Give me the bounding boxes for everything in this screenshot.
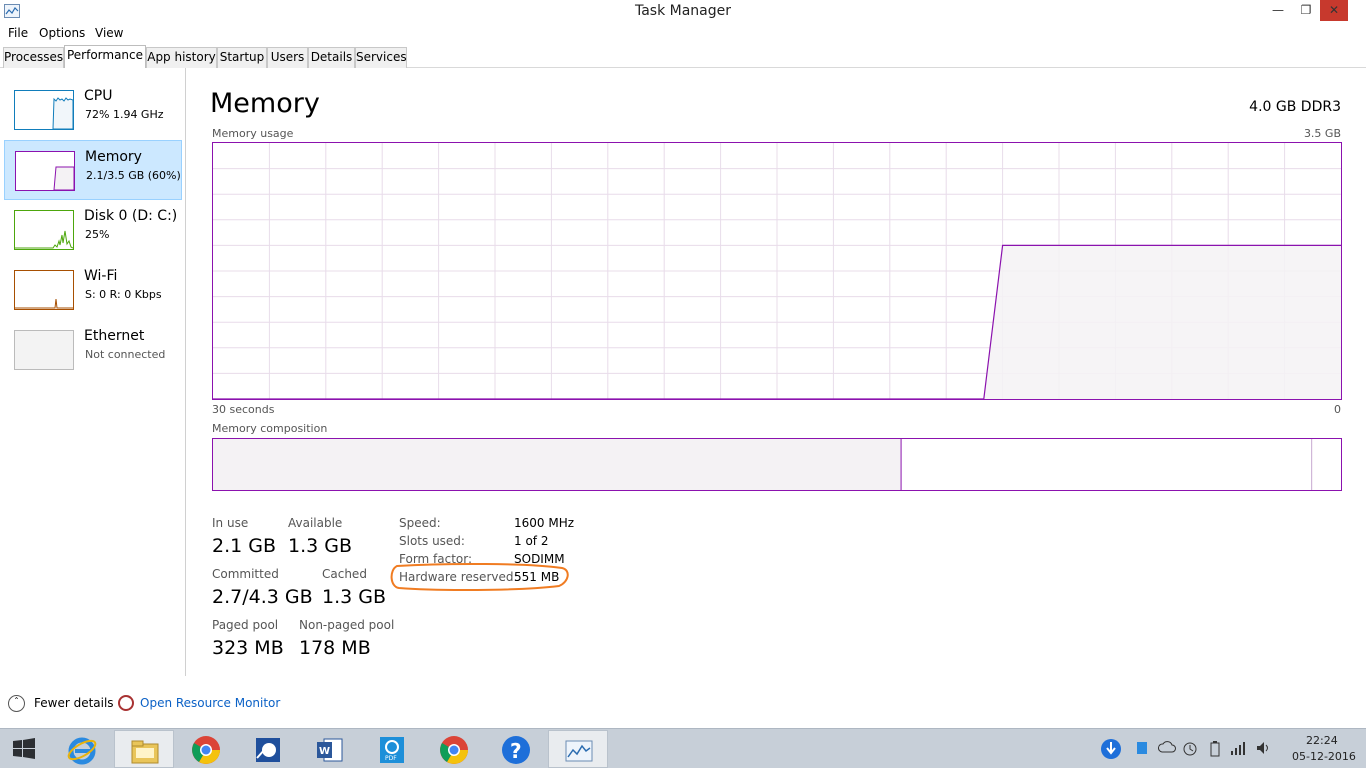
ethernet-thumbnail <box>14 330 74 370</box>
paged-pool-label: Paged pool <box>212 618 279 632</box>
resource-cpu[interactable]: CPU 72% 1.94 GHz <box>4 80 182 140</box>
slots-used-label: Slots used: <box>399 534 465 548</box>
resource-name: Disk 0 (D: C:) <box>84 208 178 224</box>
resource-list: CPU 72% 1.94 GHz Memory 2.1/3.5 GB (60%)… <box>0 68 186 676</box>
fewer-details-link[interactable]: Fewer details <box>34 696 114 710</box>
memory-usage-chart <box>213 143 1341 400</box>
resource-name: Memory <box>85 149 142 165</box>
wifi-thumbnail <box>14 270 74 310</box>
resource-detail: 25% <box>85 228 110 241</box>
available-value: 1.3 GB <box>288 535 353 557</box>
composition-in-use-segment <box>213 439 902 490</box>
minimize-button[interactable]: — <box>1264 0 1292 21</box>
tab-processes[interactable]: Processes <box>3 47 64 68</box>
graph-time-left: 30 seconds <box>212 403 275 416</box>
resource-detail: S: 0 R: 0 Kbps <box>85 288 162 301</box>
cpu-thumbnail <box>14 90 74 130</box>
window-title: Task Manager <box>634 3 732 19</box>
resource-disk[interactable]: Disk 0 (D: C:) 25% <box>4 200 182 260</box>
open-resource-monitor-link[interactable]: Open Resource Monitor <box>140 696 280 710</box>
memory-composition-label: Memory composition <box>212 422 328 435</box>
graph-time-right: 0 <box>1334 403 1341 416</box>
app-icon[interactable] <box>238 730 298 768</box>
in-use-value: 2.1 GB <box>212 535 277 557</box>
tab-strip: Processes Performance App history Startu… <box>0 45 1366 68</box>
disk-thumbnail <box>14 210 74 250</box>
title-bar: Task Manager — ❐ ✕ <box>0 0 1366 24</box>
menu-file[interactable]: File <box>8 26 28 40</box>
in-use-label: In use <box>212 516 249 530</box>
volume-icon[interactable] <box>1256 741 1272 758</box>
task-manager-icon[interactable] <box>548 730 608 768</box>
resource-detail: Not connected <box>85 348 166 361</box>
speed-label: Speed: <box>399 516 441 530</box>
resource-wifi[interactable]: Wi-Fi S: 0 R: 0 Kbps <box>4 260 182 320</box>
svg-text:W: W <box>319 746 330 757</box>
highlight-annotation <box>390 562 569 592</box>
memory-thumbnail <box>15 151 75 191</box>
download-icon[interactable] <box>1100 738 1124 763</box>
tab-services[interactable]: Services <box>355 47 407 68</box>
tab-details[interactable]: Details <box>308 47 355 68</box>
page-title: Memory <box>210 88 320 119</box>
battery-icon[interactable] <box>1210 741 1220 760</box>
word-icon[interactable]: W <box>300 730 360 768</box>
committed-label: Committed <box>212 567 279 581</box>
monitor-icon[interactable] <box>1136 741 1148 758</box>
resource-monitor-icon <box>118 695 134 711</box>
resource-detail: 72% 1.94 GHz <box>85 108 164 121</box>
resource-memory[interactable]: Memory 2.1/3.5 GB (60%) <box>4 140 182 200</box>
resource-detail: 2.1/3.5 GB (60%) <box>86 169 181 182</box>
tab-startup[interactable]: Startup <box>217 47 267 68</box>
paged-pool-value: 323 MB <box>212 637 284 659</box>
cloud-icon[interactable] <box>1158 741 1176 756</box>
resource-ethernet[interactable]: Ethernet Not connected <box>4 320 182 380</box>
security-icon[interactable] <box>1182 741 1198 760</box>
memory-spec: 4.0 GB DDR3 <box>1249 99 1341 115</box>
chrome-icon[interactable] <box>424 730 484 768</box>
tab-performance[interactable]: Performance <box>64 45 146 68</box>
footer: ˆ Fewer details Open Resource Monitor <box>0 676 1366 728</box>
cached-label: Cached <box>322 567 367 581</box>
non-paged-pool-value: 178 MB <box>299 637 371 659</box>
pdf-icon[interactable]: PDF <box>362 730 422 768</box>
resource-name: Wi-Fi <box>84 268 118 284</box>
memory-composition-bar <box>212 438 1342 491</box>
cached-value: 1.3 GB <box>322 586 387 608</box>
resource-name: CPU <box>84 88 113 104</box>
speed-value: 1600 MHz <box>514 516 575 530</box>
memory-usage-graph <box>212 142 1342 400</box>
help-icon[interactable]: ? <box>486 730 546 768</box>
memory-panel: Memory 4.0 GB DDR3 Memory usage 3.5 GB 3… <box>187 68 1366 676</box>
internet-explorer-icon[interactable] <box>52 730 112 768</box>
non-paged-pool-label: Non-paged pool <box>299 618 395 632</box>
chevron-up-icon[interactable]: ˆ <box>8 695 25 712</box>
menu-options[interactable]: Options <box>39 26 85 40</box>
menu-view[interactable]: View <box>95 26 123 40</box>
committed-value: 2.7/4.3 GB <box>212 586 313 608</box>
tab-app-history[interactable]: App history <box>146 47 217 68</box>
memory-usage-max: 3.5 GB <box>1303 127 1341 140</box>
slots-used-value: 1 of 2 <box>514 534 549 548</box>
clock-time[interactable]: 22:24 <box>1306 734 1338 747</box>
available-label: Available <box>288 516 343 530</box>
svg-text:?: ? <box>510 739 522 763</box>
memory-usage-label: Memory usage <box>212 127 294 140</box>
memory-composition-chart <box>213 439 1313 490</box>
svg-text:PDF: PDF <box>385 755 397 762</box>
taskbar: W PDF ? 22:24 05-12-2016 <box>0 728 1366 768</box>
maximize-button[interactable]: ❐ <box>1292 0 1320 21</box>
clock-date[interactable]: 05-12-2016 <box>1292 750 1356 763</box>
windows-logo-icon[interactable] <box>0 730 50 768</box>
menu-bar: File Options View <box>0 24 1366 44</box>
signal-icon[interactable] <box>1230 741 1246 758</box>
tab-users[interactable]: Users <box>267 47 308 68</box>
file-explorer-icon[interactable] <box>114 730 174 768</box>
close-button[interactable]: ✕ <box>1320 0 1348 21</box>
resource-name: Ethernet <box>84 328 145 344</box>
chrome-icon[interactable] <box>176 730 236 768</box>
